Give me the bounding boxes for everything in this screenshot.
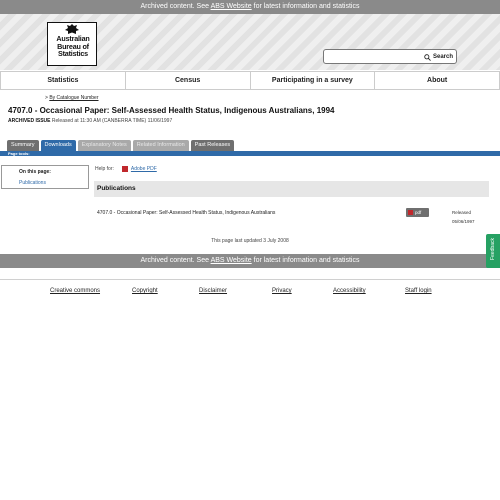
archive-banner-bottom: Archived content. See ABS Website for la… xyxy=(0,254,500,268)
tab-downloads[interactable]: Downloads xyxy=(40,140,76,151)
footer-link-privacy[interactable]: Privacy xyxy=(272,288,292,294)
released-label: Released xyxy=(452,210,472,215)
footer-link-copyright[interactable]: Copyright xyxy=(132,288,158,294)
nav-item-participating[interactable]: Participating in a survey xyxy=(251,72,376,89)
page-tools-label: Page tools: xyxy=(8,151,30,156)
main-nav: Statistics Census Participating in a sur… xyxy=(0,71,500,90)
pdf-download-button[interactable]: pdf xyxy=(406,208,429,217)
archive-banner-top: Archived content. See ABS Website for la… xyxy=(0,0,500,14)
footer-link-accessibility[interactable]: Accessibility xyxy=(333,288,366,294)
search-icon xyxy=(424,53,431,61)
abs-website-link[interactable]: ABS Website xyxy=(211,257,252,264)
nav-item-statistics[interactable]: Statistics xyxy=(0,72,126,89)
pdf-icon xyxy=(408,210,413,215)
search-button[interactable]: Search xyxy=(424,51,457,63)
page-tools-bar: Page tools: xyxy=(0,151,500,156)
abs-website-link[interactable]: ABS Website xyxy=(211,3,252,10)
publications-header-label: Publications xyxy=(97,185,136,192)
footer-links: Creative commons Copyright Disclaimer Pr… xyxy=(0,288,500,298)
search-button-label: Search xyxy=(433,54,454,60)
archive-banner-prefix: Archived content. See xyxy=(140,257,211,264)
help-for-label: Help for: xyxy=(95,166,114,172)
page-title: 4707.0 - Occasional Paper: Self-Assessed… xyxy=(8,106,335,115)
logo-line-3: Statistics xyxy=(58,49,88,59)
feedback-label: Feedback xyxy=(490,238,496,260)
tab-explanatory-notes: Explanatory Notes xyxy=(77,140,131,151)
tab-related-information: Related Information xyxy=(132,140,189,151)
tab-past-releases[interactable]: Past Releases xyxy=(190,140,235,151)
footer-link-disclaimer[interactable]: Disclaimer xyxy=(199,288,227,294)
pdf-button-label: pdf xyxy=(415,210,422,215)
site-header: Australian Bureau of Statistics Search xyxy=(0,14,500,70)
logo-text: Australian Bureau of Statistics xyxy=(50,35,96,58)
on-this-page-title: On this page: xyxy=(19,169,51,175)
archive-banner-suffix: for latest information and statistics xyxy=(251,257,360,264)
pdf-icon xyxy=(121,166,128,172)
publication-title: 4707.0 - Occasional Paper: Self-Assessed… xyxy=(97,210,276,216)
search-box: Search xyxy=(323,49,457,64)
breadcrumb: > By Catalogue Number xyxy=(45,95,99,101)
footer-link-staff-login[interactable]: Staff login xyxy=(405,288,432,294)
archived-issue-line: ARCHIVED ISSUE Released at 11:30 AM (CAN… xyxy=(8,118,172,124)
footer-link-creative-commons[interactable]: Creative commons xyxy=(50,288,100,294)
help-for: Help for: Adobe PDF xyxy=(95,166,157,172)
nav-item-about[interactable]: About xyxy=(375,72,500,89)
feedback-tab[interactable]: Feedback xyxy=(486,234,500,268)
adobe-pdf-link[interactable]: Adobe PDF xyxy=(131,166,157,172)
nav-item-census[interactable]: Census xyxy=(126,72,251,89)
archive-banner-prefix: Archived content. See xyxy=(140,3,211,10)
last-updated: This page last updated 3 July 2008 xyxy=(211,238,289,244)
tab-bar: Summary Downloads Explanatory Notes Rela… xyxy=(7,140,235,151)
publications-header: Publications xyxy=(94,181,489,197)
publication-released: Released 05/06/1997 xyxy=(452,208,475,226)
on-this-page-box: On this page: Publications xyxy=(1,165,89,189)
released-date: 05/06/1997 xyxy=(452,219,475,224)
on-this-page-link-publications[interactable]: Publications xyxy=(19,180,46,186)
archived-issue-label: ARCHIVED ISSUE xyxy=(8,118,51,124)
release-time: Released at 11:30 AM (CANBERRA TIME) 11/… xyxy=(50,118,173,124)
tab-summary[interactable]: Summary xyxy=(7,140,39,151)
abs-logo[interactable]: Australian Bureau of Statistics xyxy=(47,22,97,66)
search-input[interactable] xyxy=(327,51,423,62)
breadcrumb-link-catalogue[interactable]: By Catalogue Number xyxy=(49,95,98,101)
footer-divider xyxy=(0,279,500,280)
publication-row: 4707.0 - Occasional Paper: Self-Assessed… xyxy=(97,208,489,226)
archive-banner-suffix: for latest information and statistics xyxy=(251,3,360,10)
